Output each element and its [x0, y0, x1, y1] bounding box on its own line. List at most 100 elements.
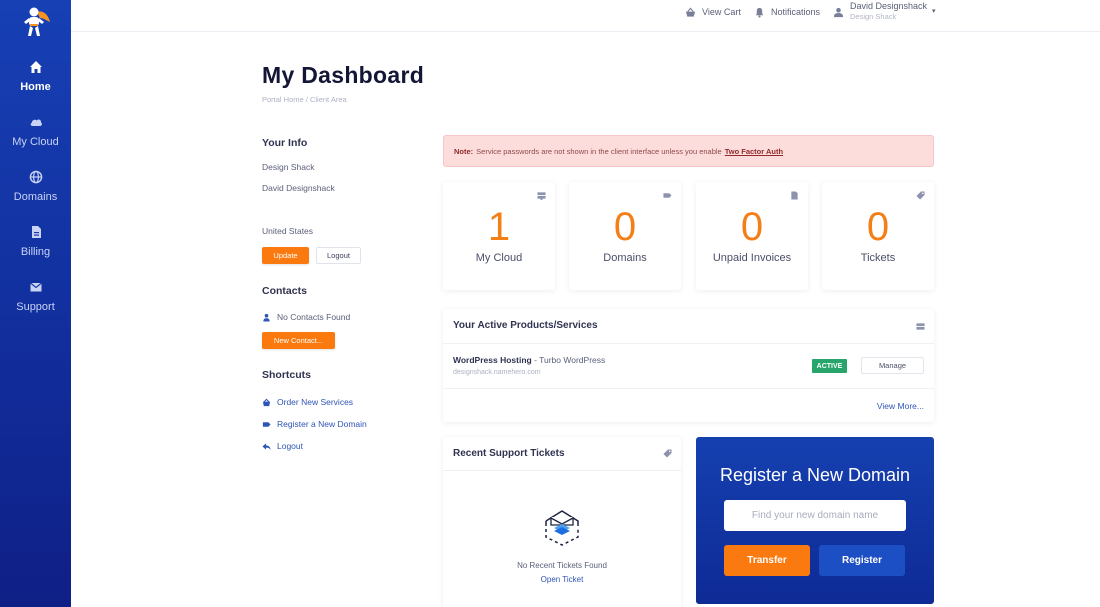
two-factor-auth-link[interactable]: Two Factor Auth [725, 147, 783, 156]
ticket-icon [916, 191, 925, 200]
logout-button[interactable]: Logout [316, 247, 361, 264]
server-icon [916, 323, 925, 330]
basket-icon [262, 398, 271, 406]
view-cart-label: View Cart [702, 7, 741, 17]
stat-label: My Cloud [475, 252, 523, 264]
register-domain-panel: Register a New Domain Transfer Register [696, 437, 934, 604]
manage-button[interactable]: Manage [861, 357, 924, 374]
view-cart-button[interactable]: View Cart [685, 0, 741, 24]
shortcut-register-domain[interactable]: Register a New Domain [262, 419, 367, 429]
document-icon [31, 226, 41, 238]
info-country: United States [262, 226, 314, 236]
breadcrumb: Portal Home / Client Area [262, 95, 347, 104]
active-products-panel: Your Active Products/Services WordPress … [443, 309, 934, 422]
user-menu[interactable]: David Designshack Design Shack ▾ [833, 1, 936, 22]
domain-search-input[interactable] [724, 500, 906, 531]
product-name[interactable]: WordPress Hosting - Turbo WordPress [453, 355, 605, 365]
top-bar: View Cart Notifications David Designshac… [71, 0, 1100, 32]
security-note-alert: Note: Service passwords are not shown in… [443, 135, 934, 167]
stat-value: 0 [613, 205, 637, 249]
stat-label: Domains [603, 252, 647, 264]
shortcut-label: Register a New Domain [277, 419, 367, 429]
register-domain-heading: Register a New Domain [719, 465, 911, 485]
register-button[interactable]: Register [819, 545, 905, 576]
product-title: WordPress Hosting [453, 355, 532, 365]
notifications-button[interactable]: Notifications [754, 0, 820, 24]
home-icon [29, 61, 42, 73]
recent-tickets-heading: Recent Support Tickets [453, 448, 565, 459]
stat-value: 0 [866, 205, 890, 249]
stat-card-unpaid-invoices[interactable]: 0 Unpaid Invoices [696, 182, 808, 290]
divider [443, 470, 681, 471]
sidebar-item-domains[interactable]: Domains [0, 170, 71, 203]
sidebar-item-label: Billing [20, 246, 51, 258]
stat-value: 0 [740, 205, 764, 249]
breadcrumb-portal-home[interactable]: Portal Home [262, 95, 304, 104]
divider [443, 343, 934, 344]
your-info-heading: Your Info [262, 137, 308, 149]
new-contact-button[interactable]: New Contact... [262, 332, 335, 349]
ticket-icon [663, 449, 672, 458]
open-ticket-link[interactable]: Open Ticket [443, 575, 681, 584]
transfer-button[interactable]: Transfer [724, 545, 810, 576]
alert-prefix: Note: [454, 146, 474, 156]
status-badge: ACTIVE [812, 359, 847, 373]
breadcrumb-client-area: Client Area [309, 95, 347, 104]
recent-tickets-panel: Recent Support Tickets No Recent Tickets… [443, 437, 681, 607]
product-plan: Turbo WordPress [539, 355, 606, 365]
shortcuts-heading: Shortcuts [262, 369, 312, 381]
shortcut-logout[interactable]: Logout [262, 441, 303, 451]
view-more-link[interactable]: View More... [877, 401, 924, 411]
divider [443, 388, 934, 389]
stat-label: Unpaid Invoices [712, 252, 792, 264]
info-company: Design Shack [262, 162, 315, 172]
sidebar-item-label: Domains [13, 191, 58, 203]
cloud-icon [30, 119, 42, 126]
basket-icon [685, 7, 696, 17]
globe-icon [29, 170, 42, 184]
no-tickets-text: No Recent Tickets Found [517, 561, 607, 570]
user-icon [263, 313, 270, 322]
sidebar-item-label: Support [16, 301, 55, 313]
stat-card-my-cloud[interactable]: 1 My Cloud [443, 182, 555, 290]
stat-card-domains[interactable]: 0 Domains [569, 182, 681, 290]
stat-value: 1 [487, 205, 511, 249]
shortcut-label: Logout [277, 441, 303, 451]
tag-icon [262, 421, 271, 427]
sidebar-item-label: Home [20, 81, 51, 93]
shortcut-order-new-services[interactable]: Order New Services [262, 397, 353, 407]
sidebar-item-home[interactable]: Home [0, 60, 71, 93]
active-products-heading: Your Active Products/Services [453, 320, 598, 331]
bell-icon [755, 7, 764, 18]
breadcrumb-separator: / [305, 95, 308, 104]
sidebar-item-my-cloud[interactable]: My Cloud [0, 115, 71, 148]
stat-card-tickets[interactable]: 0 Tickets [822, 182, 934, 290]
info-name: David Designshack [262, 183, 335, 193]
back-arrow-icon [262, 442, 271, 450]
product-separator: - [531, 355, 540, 365]
notifications-label: Notifications [771, 7, 821, 17]
stat-label: Tickets [860, 252, 896, 264]
user-company: Design Shack [850, 12, 897, 21]
sidebar-item-support[interactable]: Support [0, 280, 71, 313]
product-domain: designshack.namehero.com [453, 369, 541, 376]
envelope-icon [29, 282, 42, 292]
no-contacts-row: No Contacts Found [262, 312, 350, 322]
document-icon [791, 191, 798, 200]
contacts-heading: Contacts [262, 285, 307, 297]
sidebar-item-label: My Cloud [12, 136, 59, 148]
shortcut-label: Order New Services [277, 397, 354, 407]
empty-inbox-icon [545, 510, 579, 546]
sidebar: Home My Cloud Domains Billing Support [0, 0, 71, 607]
user-name: David Designshack [850, 1, 928, 11]
update-button[interactable]: Update [262, 247, 309, 264]
no-contacts-text: No Contacts Found [277, 312, 351, 322]
chevron-down-icon: ▾ [932, 8, 936, 15]
server-icon [537, 192, 546, 200]
alert-text: Service passwords are not shown in the c… [476, 146, 722, 156]
sidebar-item-billing[interactable]: Billing [0, 225, 71, 258]
mascot-logo-icon[interactable] [21, 6, 51, 38]
page-title: My Dashboard [262, 62, 425, 88]
user-icon [833, 7, 844, 18]
tag-icon [663, 193, 672, 198]
